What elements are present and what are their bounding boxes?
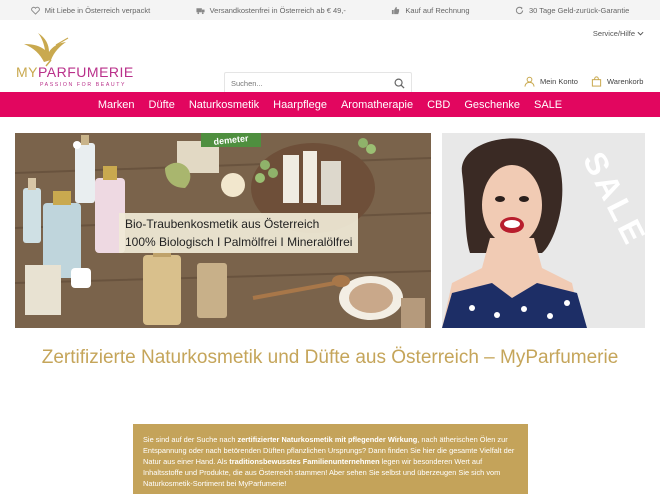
hero-banner[interactable]: Bio-Traubenkosmetik aus Österreich 100% …: [15, 133, 431, 328]
intro-highlight: zertifizierter Naturkosmetik mit pflegen…: [237, 435, 418, 444]
heart-icon: [30, 6, 40, 15]
shopping-bag-icon: [591, 76, 602, 87]
main-nav: Marken Düfte Naturkosmetik Haarpflege Ar…: [0, 92, 660, 117]
nav-geschenke[interactable]: Geschenke: [464, 99, 520, 111]
refresh-icon: [515, 6, 524, 14]
cart-link[interactable]: Warenkorb: [591, 76, 643, 87]
account-link[interactable]: Mein Konto: [524, 76, 578, 87]
cart-label: Warenkorb: [607, 77, 644, 86]
thumbs-up-icon: [392, 6, 400, 14]
usp-text: Kauf auf Rechnung: [405, 5, 470, 15]
service-label: Service/Hilfe: [592, 29, 635, 38]
account-label: Mein Konto: [540, 77, 578, 86]
service-menu[interactable]: Service/Hilfe: [593, 29, 644, 38]
logo-my: MY: [16, 64, 38, 80]
site-header: MYPARFUMERIE PASSION FOR BEAUTY Service/…: [0, 20, 660, 94]
usp-item: Versandkostenfrei in Österreich ab € 49,…: [196, 6, 346, 15]
chevron-down-icon: [637, 31, 644, 36]
usp-item: Mit Liebe in Österreich verpackt: [30, 5, 151, 15]
search-icon[interactable]: [394, 78, 405, 89]
nav-marken[interactable]: Marken: [98, 99, 135, 111]
usp-bar: Mit Liebe in Österreich verpackt Versand…: [0, 0, 660, 20]
nav-sale[interactable]: SALE: [534, 99, 562, 111]
hero-headline: Bio-Traubenkosmetik aus Österreich: [125, 217, 320, 231]
page-headline: Zertifizierte Naturkosmetik und Düfte au…: [41, 347, 619, 368]
logo-wordmark: MYPARFUMERIE: [16, 64, 134, 80]
nav-duefte[interactable]: Düfte: [149, 99, 175, 111]
search-input[interactable]: [231, 78, 394, 88]
user-icon: [524, 76, 535, 87]
nav-haarpflege[interactable]: Haarpflege: [273, 99, 327, 111]
nav-naturkosmetik[interactable]: Naturkosmetik: [189, 99, 259, 111]
usp-text: 30 Tage Geld-zurück-Garantie: [528, 5, 630, 15]
usp-item: 30 Tage Geld-zurück-Garantie: [515, 6, 629, 15]
logo-parfumerie: PARFUMERIE: [38, 64, 134, 80]
usp-item: Kauf auf Rechnung: [391, 5, 470, 15]
hero-subline: 100% Biologisch I Palmölfrei I Mineralöl…: [125, 235, 353, 249]
truck-icon: [196, 7, 205, 14]
intro-text: Sie sind auf der Suche nach: [143, 435, 238, 444]
intro-highlight: traditionsbewusstes Familienunternehmen: [229, 457, 380, 466]
nav-aromatherapie[interactable]: Aromatherapie: [341, 99, 413, 111]
usp-text: Mit Liebe in Österreich verpackt: [44, 5, 151, 15]
hero-caption: Bio-Traubenkosmetik aus Österreich 100% …: [119, 213, 359, 253]
search-box: [224, 72, 412, 94]
hummingbird-icon: [24, 33, 69, 67]
sale-banner[interactable]: SALE: [442, 133, 645, 328]
nav-cbd[interactable]: CBD: [427, 99, 450, 111]
intro-text-box: Sie sind auf der Suche nach zertifiziert…: [133, 424, 528, 494]
usp-text: Versandkostenfrei in Österreich ab € 49,…: [209, 5, 346, 15]
site-logo[interactable]: MYPARFUMERIE PASSION FOR BEAUTY: [14, 32, 144, 92]
logo-tagline: PASSION FOR BEAUTY: [40, 82, 127, 88]
